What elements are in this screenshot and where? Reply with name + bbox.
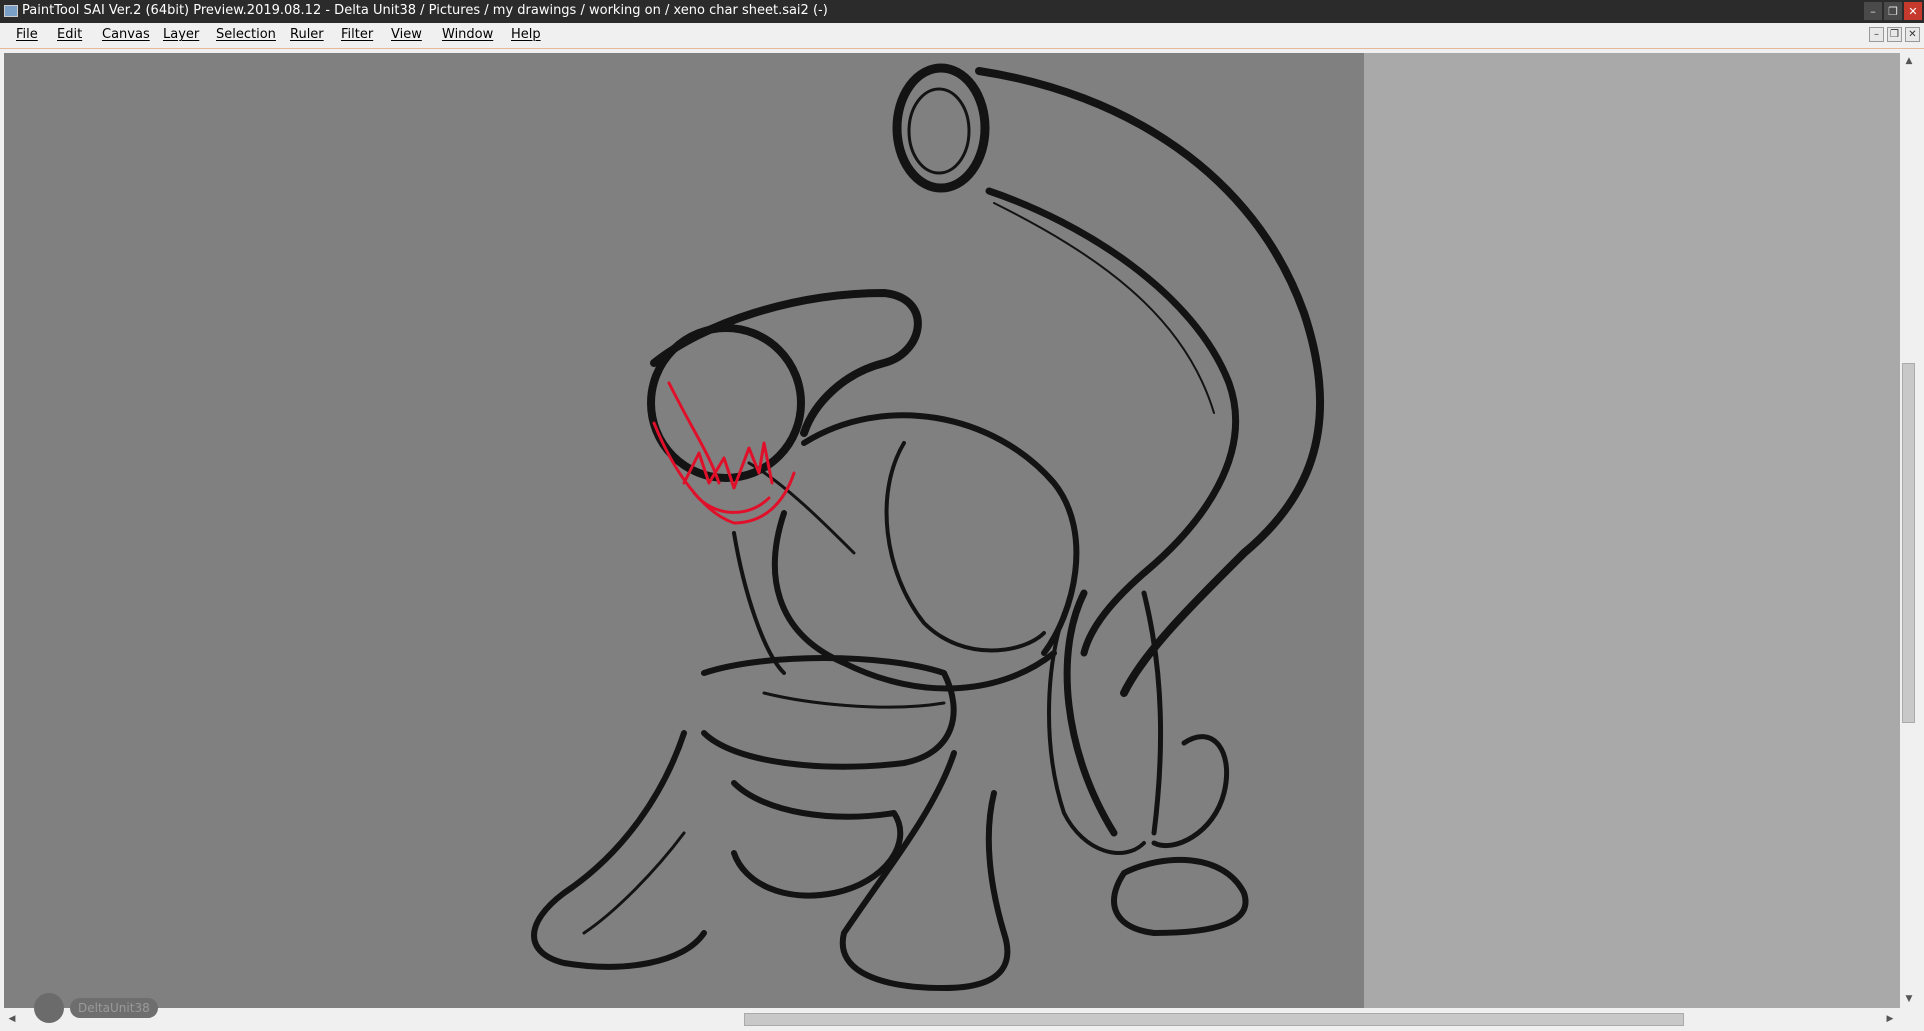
menu-edit[interactable]: Edit — [57, 23, 82, 46]
menu-help[interactable]: Help — [511, 23, 541, 46]
menu-canvas[interactable]: Canvas — [102, 23, 150, 46]
window-edge — [1919, 53, 1924, 1031]
arrow-down-icon[interactable]: ▼ — [1903, 993, 1915, 1005]
horizontal-scroll-thumb[interactable] — [744, 1013, 1684, 1026]
drawing-canvas[interactable] — [4, 53, 1364, 1008]
document-minimize-button[interactable]: – — [1869, 27, 1884, 42]
window-close-button[interactable]: ✕ — [1904, 2, 1922, 20]
sai-app-icon[interactable] — [4, 5, 18, 17]
window-restore-button[interactable]: ❐ — [1884, 2, 1902, 20]
document-restore-button[interactable]: ❐ — [1887, 27, 1902, 42]
arrow-up-icon[interactable]: ▲ — [1903, 55, 1915, 67]
document-close-button[interactable]: ✕ — [1905, 27, 1920, 42]
menu-layer[interactable]: Layer — [163, 23, 199, 46]
window-title: PaintTool SAI Ver.2 (64bit) Preview.2019… — [22, 3, 828, 18]
canvas-viewport[interactable] — [4, 53, 1900, 1008]
menu-filter[interactable]: Filter — [341, 23, 373, 46]
menu-file[interactable]: File — [16, 23, 38, 46]
sketch-drawing — [531, 63, 1325, 991]
arrow-right-icon[interactable]: ▶ — [1884, 1013, 1896, 1025]
watermark-logo — [34, 993, 64, 1023]
watermark: DeltaUnit38 — [34, 993, 158, 1023]
menu-view[interactable]: View — [391, 23, 422, 46]
menu-selection[interactable]: Selection — [216, 23, 276, 46]
title-bar: PaintTool SAI Ver.2 (64bit) Preview.2019… — [0, 0, 1924, 23]
window-minimize-button[interactable]: – — [1864, 2, 1882, 20]
vertical-scrollbar[interactable]: ▲ ▼ — [1900, 53, 1918, 1008]
vertical-scroll-thumb[interactable] — [1902, 363, 1915, 723]
menu-bar: File Edit Canvas Layer Selection Ruler F… — [0, 23, 1924, 49]
arrow-left-icon[interactable]: ◀ — [6, 1013, 18, 1025]
watermark-name: DeltaUnit38 — [70, 998, 158, 1018]
menu-ruler[interactable]: Ruler — [290, 23, 324, 46]
menu-window[interactable]: Window — [442, 23, 493, 46]
horizontal-scrollbar[interactable]: ◀ ▶ — [4, 1011, 1900, 1027]
